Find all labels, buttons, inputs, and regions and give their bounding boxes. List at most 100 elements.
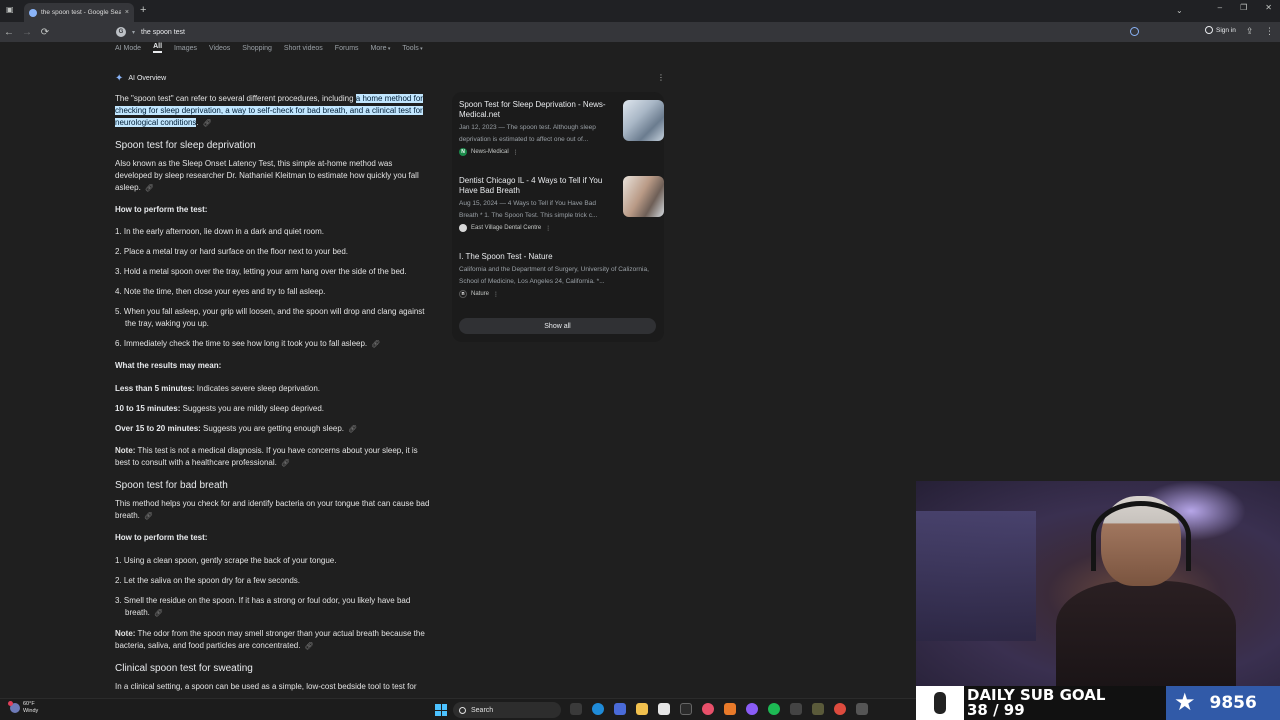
link-icon[interactable]: 🔗︎ (348, 426, 357, 433)
source-more-icon[interactable]: ⋮ (513, 149, 519, 156)
source-meta: N News-Medical ⋮ (459, 148, 659, 156)
vlc-icon[interactable] (724, 703, 736, 715)
lens-icon[interactable] (1130, 27, 1139, 36)
result-label: Less than 5 minutes: (115, 384, 195, 393)
tab-forums[interactable]: Forums (335, 45, 359, 52)
back-button[interactable]: ← (0, 27, 18, 38)
sleep-how-heading: How to perform the test: (115, 205, 208, 214)
source-card[interactable]: I. The Spoon Test - Nature California an… (459, 252, 659, 298)
tab-search-icon[interactable]: ▣ (6, 6, 14, 14)
headset (1091, 501, 1191, 571)
source-meta: n Nature ⋮ (459, 290, 659, 298)
source-card[interactable]: Spoon Test for Sleep Deprivation - News-… (459, 100, 664, 156)
search-category-tabs: AI Mode All Images Videos Shopping Short… (115, 42, 423, 54)
note-label: Note: (115, 446, 136, 455)
source-thumbnail[interactable] (623, 100, 664, 141)
link-icon[interactable]: 🔗︎ (304, 643, 313, 650)
share-icon[interactable]: ⇪ (1246, 26, 1254, 37)
tab-videos[interactable]: Videos (209, 45, 230, 52)
reload-button[interactable]: ⟳ (36, 27, 54, 38)
sleep-step-text: 6. Immediately check the time to see how… (115, 339, 368, 348)
link-icon[interactable]: 🔗︎ (281, 460, 290, 467)
start-button-icon[interactable] (435, 704, 447, 716)
copilot-icon[interactable] (614, 703, 626, 715)
tab-short-videos[interactable]: Short videos (284, 45, 323, 52)
link-icon[interactable]: 🔗︎ (203, 120, 212, 127)
task-view-icon[interactable] (570, 703, 582, 715)
result-text: Indicates severe sleep deprivation. (194, 384, 320, 393)
source-title[interactable]: I. The Spoon Test - Nature (459, 252, 611, 262)
ai-intro: The "spoon test" can refer to several di… (115, 93, 427, 130)
source-site: Nature (471, 291, 490, 297)
tab-shopping[interactable]: Shopping (242, 45, 272, 52)
tab-tools[interactable]: Tools (402, 45, 422, 52)
tab-ai-mode[interactable]: AI Mode (115, 45, 141, 52)
file-explorer-icon[interactable] (636, 703, 648, 715)
result-text: Suggests you are getting enough sleep. (200, 424, 345, 433)
forward-button[interactable]: → (18, 27, 36, 38)
sign-in-button[interactable]: Sign in (1205, 26, 1236, 34)
sleep-description: Also known as the Sleep Onset Latency Te… (115, 158, 430, 195)
show-all-button[interactable]: Show all (459, 318, 656, 334)
sleep-step: 1. In the early afternoon, lie down in a… (115, 227, 325, 236)
browser-toolbar: ← → ⟳ G ▾ the spoon test Sign in ⇪ ⋮ (0, 22, 1280, 42)
terminal-icon[interactable] (680, 703, 692, 715)
tab-list-chevron-icon[interactable]: ⌄ (1176, 6, 1183, 15)
source-title[interactable]: Spoon Test for Sleep Deprivation - News-… (459, 100, 611, 120)
sleep-step: 5. When you fall asleep, your grip will … (115, 307, 425, 328)
taskbar: 60°F Windy Search (0, 698, 916, 720)
browser-tab[interactable]: the spoon test - Google Search × (24, 3, 134, 22)
obs-icon[interactable] (856, 703, 868, 715)
source-thumbnail[interactable] (623, 176, 664, 217)
discord-icon[interactable] (746, 703, 758, 715)
tab-images[interactable]: Images (174, 45, 197, 52)
restore-button[interactable]: ❐ (1240, 4, 1247, 12)
close-window-button[interactable]: ✕ (1265, 4, 1272, 12)
store-icon[interactable] (658, 703, 670, 715)
webcam-overlay (916, 481, 1280, 687)
result-item: Less than 5 minutes: Indicates severe sl… (115, 383, 425, 395)
sleep-description-text: Also known as the Sleep Onset Latency Te… (115, 159, 419, 192)
link-icon[interactable]: 🔗︎ (154, 610, 163, 617)
ai-overview-more-icon[interactable]: ⋮ (657, 73, 665, 82)
spotify-icon[interactable] (768, 703, 780, 715)
breath-step: 1. Using a clean spoon, gently scrape th… (115, 556, 337, 565)
edge-icon[interactable] (592, 703, 604, 715)
star-icon: ★ (1174, 689, 1196, 716)
note-label: Note: (115, 629, 136, 638)
new-tab-button[interactable]: + (140, 5, 146, 16)
source-card[interactable]: Dentist Chicago IL - 4 Ways to Tell if Y… (459, 176, 664, 232)
result-item: 10 to 15 minutes: Suggests you are mildl… (115, 403, 425, 415)
goal-text: DAILY SUB GOAL 38 / 99 (964, 686, 1166, 720)
sources-panel: Spoon Test for Sleep Deprivation - News-… (452, 92, 664, 342)
tab-all[interactable]: All (153, 43, 163, 53)
dental-favicon-icon (459, 224, 467, 232)
app-icon[interactable] (812, 703, 824, 715)
app-icon[interactable] (790, 703, 802, 715)
chevron-down-icon[interactable]: ▾ (132, 29, 135, 36)
weather-icon (8, 701, 20, 713)
result-label: 10 to 15 minutes: (115, 404, 181, 413)
goal-logo (916, 686, 964, 720)
section-title-clinical: Clinical spoon test for sweating (115, 663, 253, 674)
background-shelf (916, 511, 1036, 641)
sleep-step: 2. Place a metal tray or hard surface on… (115, 247, 349, 256)
breath-description-text: This method helps you check for and iden… (115, 499, 430, 520)
taskbar-search[interactable]: Search (453, 702, 561, 718)
breath-note: Note: The odor from the spoon may smell … (115, 628, 430, 653)
app-icon[interactable] (702, 703, 714, 715)
source-more-icon[interactable]: ⋮ (545, 225, 551, 232)
link-icon[interactable]: 🔗︎ (145, 185, 154, 192)
address-text[interactable]: the spoon test (141, 29, 185, 36)
weather-widget[interactable]: 60°F Windy (8, 701, 38, 715)
tab-more[interactable]: More (371, 45, 391, 52)
source-title[interactable]: Dentist Chicago IL - 4 Ways to Tell if Y… (459, 176, 611, 196)
link-icon[interactable]: 🔗︎ (144, 513, 153, 520)
source-more-icon[interactable]: ⋮ (493, 291, 499, 298)
minimize-button[interactable]: – (1218, 4, 1222, 12)
tab-close-icon[interactable]: × (125, 9, 129, 16)
address-bar[interactable]: G ▾ the spoon test (116, 24, 1146, 40)
more-menu-icon[interactable]: ⋮ (1265, 26, 1274, 37)
link-icon[interactable]: 🔗︎ (371, 341, 380, 348)
chrome-icon[interactable] (834, 703, 846, 715)
